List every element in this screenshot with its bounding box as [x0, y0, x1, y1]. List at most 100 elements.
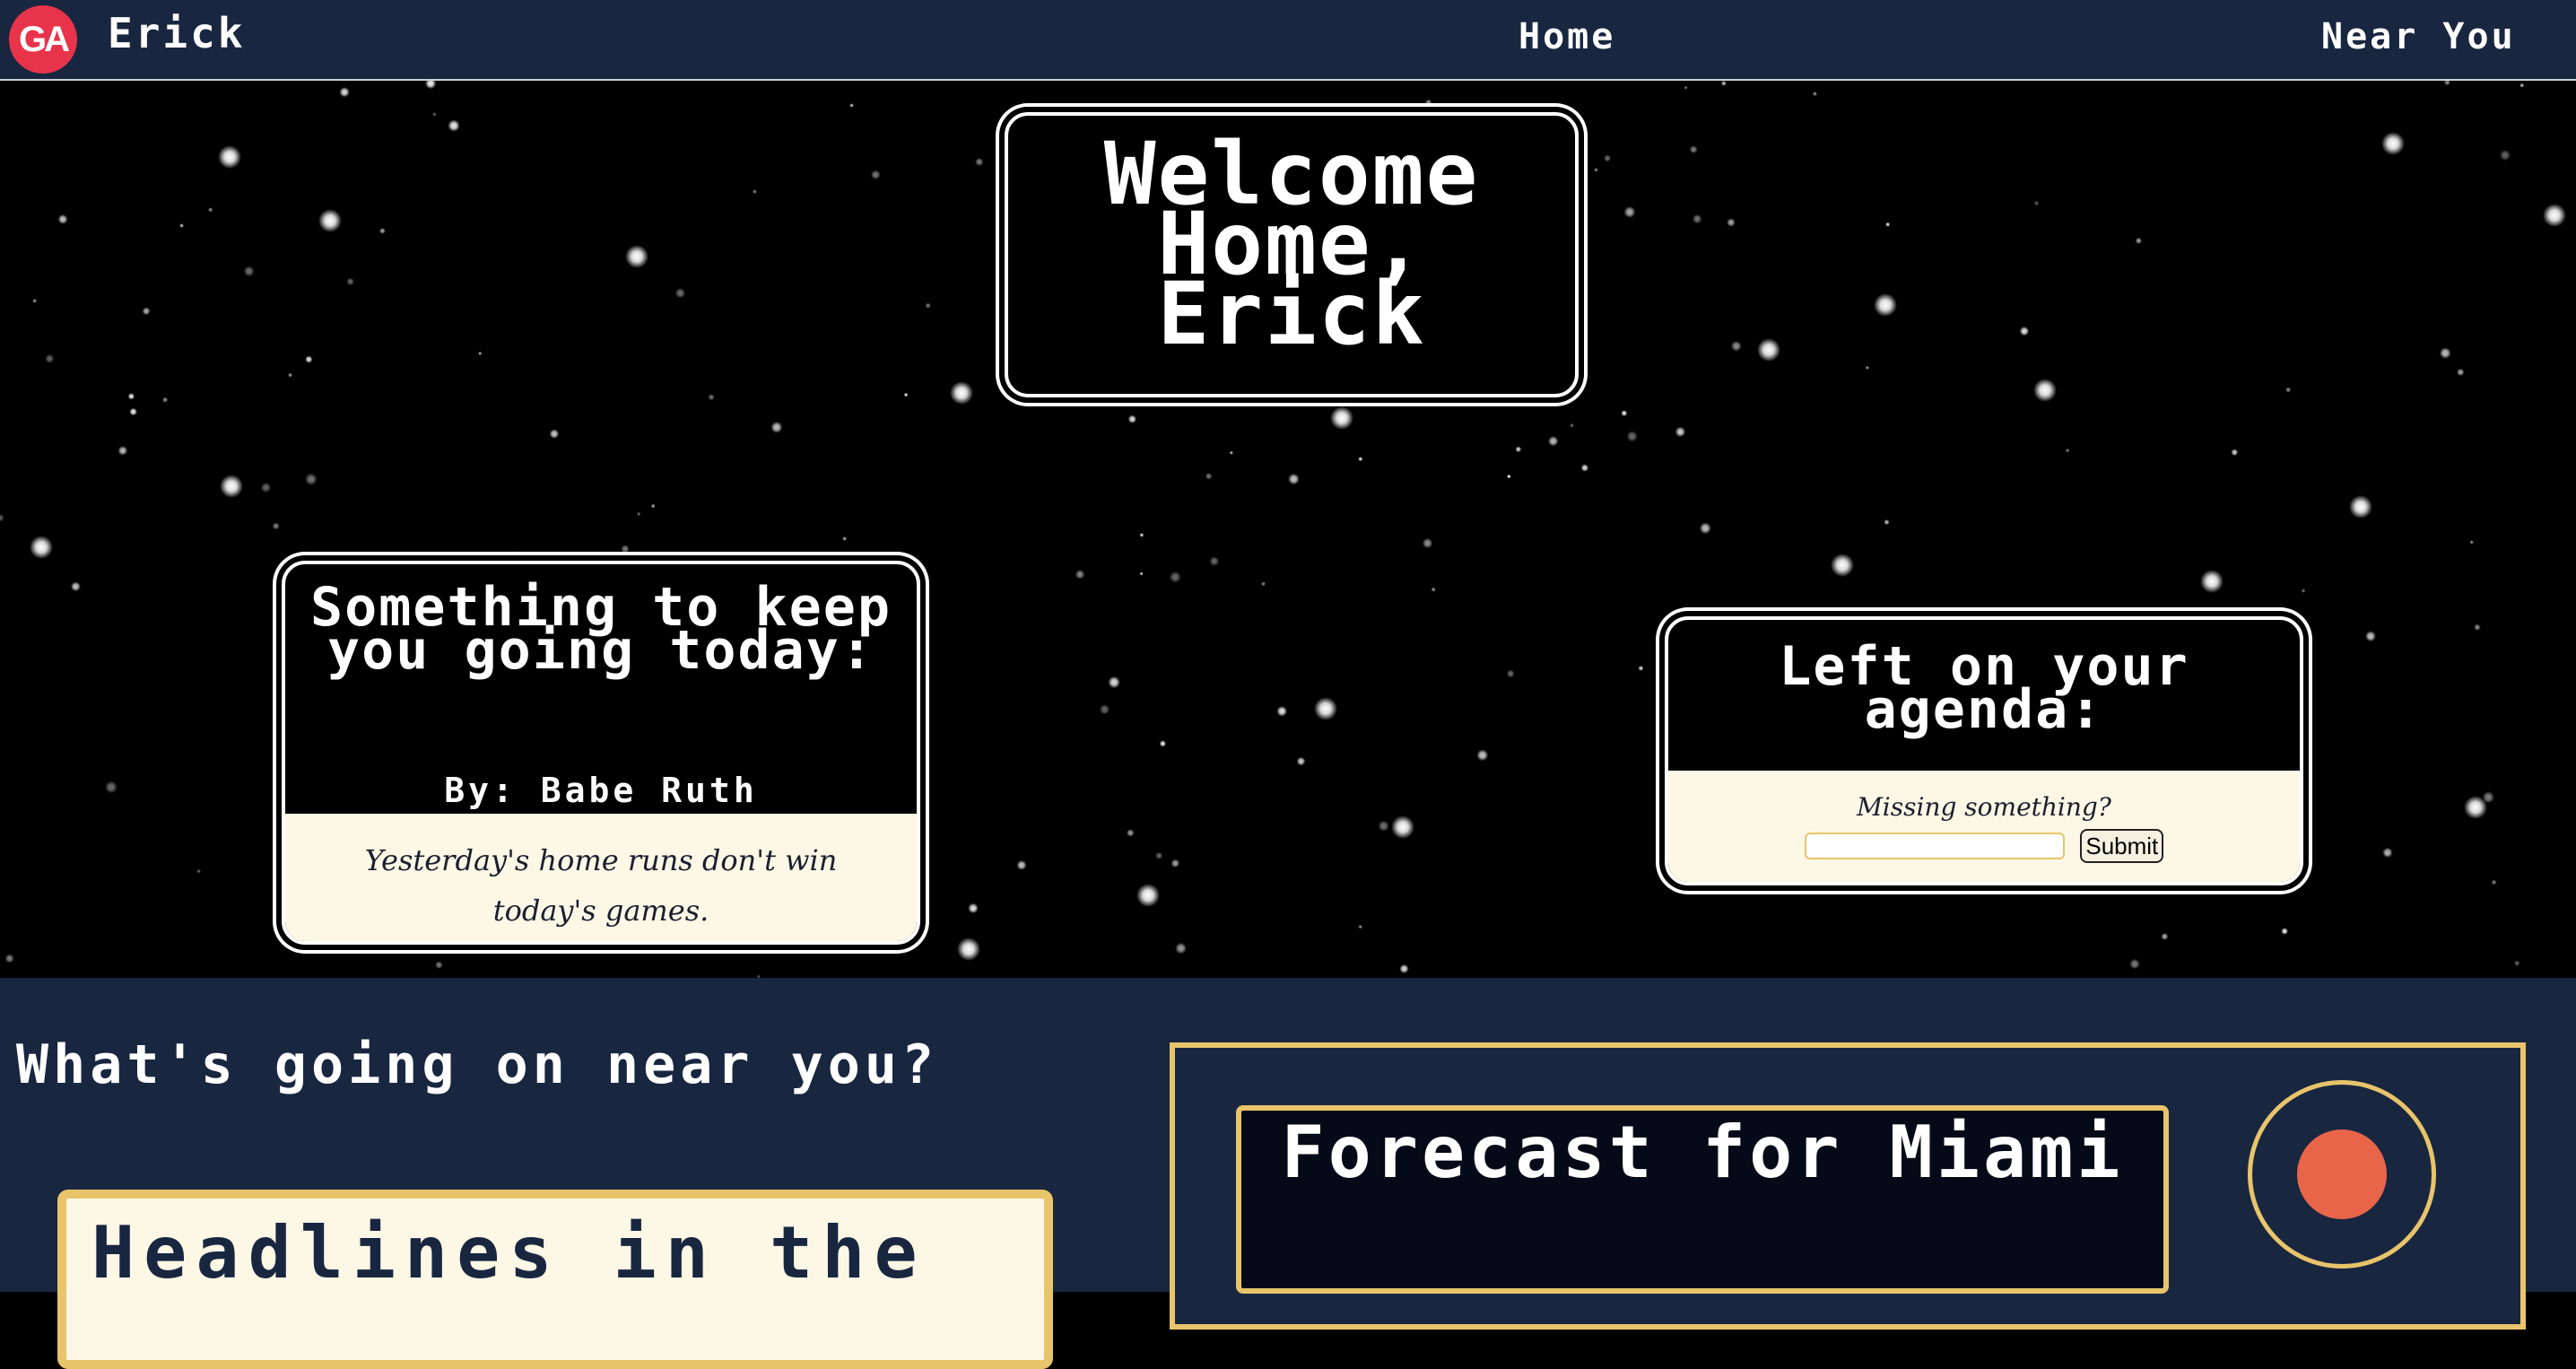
star [1099, 704, 1110, 715]
star [925, 302, 931, 309]
star [196, 868, 202, 874]
star [272, 522, 280, 530]
star [161, 397, 169, 403]
star [2499, 149, 2511, 161]
star [2129, 958, 2140, 970]
welcome-card: Welcome Home, Erick [1005, 112, 1579, 397]
agenda-body: Missing something? Submit [1668, 771, 2300, 882]
star [2457, 368, 2465, 377]
star [1885, 222, 1891, 227]
nav-link-near-you[interactable]: Near You [2321, 16, 2516, 57]
agenda-card: Left on your agenda: Missing something? … [1665, 616, 2303, 885]
star [1831, 554, 1854, 577]
nav-link-home[interactable]: Home [1519, 16, 1615, 57]
agenda-prompt: Missing something? [1857, 792, 2111, 822]
star [379, 228, 386, 234]
ga-logo[interactable]: GA [9, 5, 77, 74]
star [1229, 450, 1233, 455]
star [1547, 435, 1559, 447]
star [1730, 340, 1742, 352]
agenda-form: Submit [1668, 829, 2300, 863]
star [1391, 815, 1414, 839]
star [903, 392, 909, 397]
star [752, 189, 758, 195]
star [1175, 942, 1187, 955]
star [142, 307, 151, 316]
star [1209, 556, 1220, 566]
top-nav: GA Erick Home Near You [0, 0, 2576, 81]
star [1260, 581, 1266, 587]
star [1570, 423, 1574, 428]
star [1623, 205, 1636, 218]
star [1692, 214, 1702, 224]
star [1330, 406, 1353, 430]
weather-indicator[interactable] [2248, 1080, 2436, 1269]
star [288, 372, 293, 378]
star [1296, 756, 1306, 766]
star [305, 355, 313, 363]
star [1684, 85, 1688, 90]
star [243, 266, 255, 277]
star [4, 954, 14, 964]
star [1675, 426, 1686, 438]
star [1476, 749, 1489, 762]
star [770, 421, 783, 433]
star [1638, 665, 1644, 671]
star [1169, 571, 1181, 583]
agenda-submit-button[interactable]: Submit [2080, 829, 2164, 863]
star [1812, 92, 1817, 97]
star [842, 536, 847, 541]
star [674, 288, 686, 299]
star [625, 245, 648, 268]
star [1075, 569, 1085, 580]
star [1108, 676, 1120, 689]
star [45, 353, 55, 363]
star [1139, 571, 1144, 576]
star [2281, 928, 2289, 935]
star [305, 473, 318, 485]
star [2469, 540, 2474, 545]
agenda-input[interactable] [1804, 833, 2065, 859]
star [32, 298, 38, 303]
star [1626, 431, 1638, 442]
star [1016, 859, 1027, 871]
nav-user-name[interactable]: Erick [108, 9, 245, 57]
welcome-title: Welcome Home, Erick [1103, 124, 1480, 364]
star [512, 551, 519, 558]
star [1506, 669, 1515, 678]
star [1159, 740, 1167, 747]
star [2231, 449, 2239, 457]
star [30, 536, 53, 559]
near-you-section: What's going on near you? Headlines in t… [0, 978, 2576, 1369]
star [1378, 820, 1389, 832]
star [1276, 705, 1288, 717]
star [1699, 522, 1711, 535]
star [957, 937, 980, 961]
star [2491, 879, 2497, 885]
quote-text: Yesterday's home runs don't win today's … [285, 814, 917, 941]
star [1580, 464, 1589, 472]
star [870, 170, 881, 180]
star [650, 503, 656, 509]
star [220, 475, 243, 498]
star [0, 513, 4, 522]
star [2033, 379, 2057, 402]
star [448, 119, 460, 132]
star [2365, 631, 2376, 642]
star [1865, 365, 1869, 370]
star [346, 277, 354, 286]
star [1604, 154, 1612, 162]
star [2065, 448, 2070, 453]
star [996, 301, 1004, 309]
star [339, 87, 350, 98]
star [1757, 338, 1780, 362]
star [549, 429, 560, 439]
near-you-heading: What's going on near you? [16, 1033, 939, 1096]
quote-heading: Something to keep you going today: [309, 576, 892, 682]
star [208, 207, 213, 213]
star [2443, 81, 2450, 86]
star [424, 81, 437, 90]
star [129, 407, 137, 416]
star [1431, 587, 1436, 592]
headlines-card: Headlines in the [57, 1190, 1053, 1369]
